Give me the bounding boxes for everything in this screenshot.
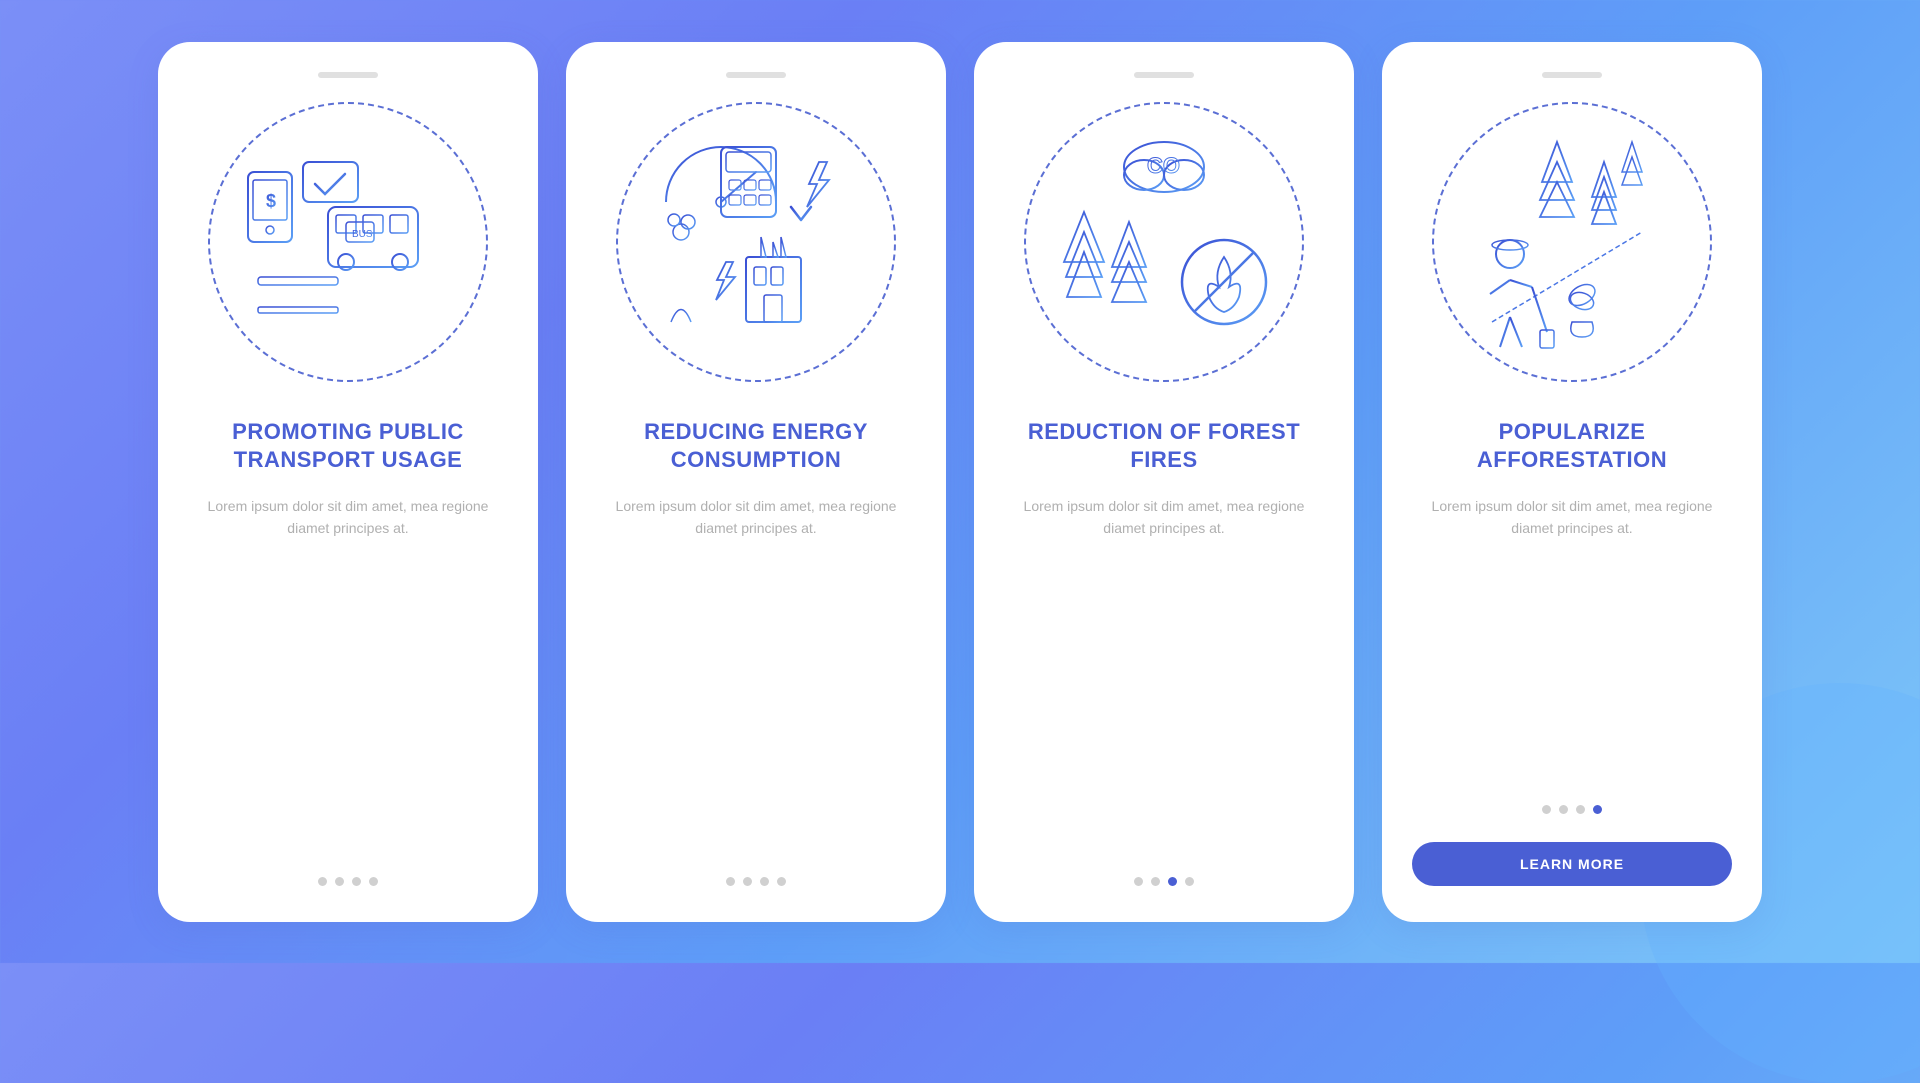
dot-1: [1542, 805, 1551, 814]
svg-text:CO: CO: [1147, 153, 1180, 178]
card-body-transport: Lorem ipsum dolor sit dim amet, mea regi…: [188, 495, 508, 849]
card-energy: REDUCING ENERGY CONSUMPTION Lorem ipsum …: [566, 42, 946, 922]
dot-2: [743, 877, 752, 886]
dots-row-afforestation: [1542, 805, 1602, 814]
dot-3: [352, 877, 361, 886]
svg-text:$: $: [266, 191, 276, 211]
card-title-energy: REDUCING ENERGY CONSUMPTION: [596, 418, 916, 475]
dot-4-active: [1593, 805, 1602, 814]
dot-4: [777, 877, 786, 886]
card-title-forest: REDUCTION OF FOREST FIRES: [1004, 418, 1324, 475]
dot-1: [1134, 877, 1143, 886]
dot-3-active: [1168, 877, 1177, 886]
dot-2: [335, 877, 344, 886]
card-body-forest: Lorem ipsum dolor sit dim amet, mea regi…: [1004, 495, 1324, 849]
dot-2: [1559, 805, 1568, 814]
dot-3: [1576, 805, 1585, 814]
dot-1: [318, 877, 327, 886]
card-title-afforestation: POPULARIZE AFFORESTATION: [1412, 418, 1732, 475]
dot-1: [726, 877, 735, 886]
dots-row-transport: [318, 877, 378, 886]
card-notch-4: [1542, 72, 1602, 78]
illustration-afforestation: [1432, 102, 1712, 382]
dot-3: [760, 877, 769, 886]
dots-row-forest: [1134, 877, 1194, 886]
illustration-transport: $: [208, 102, 488, 382]
illustration-energy: [616, 102, 896, 382]
dot-2: [1151, 877, 1160, 886]
card-body-afforestation: Lorem ipsum dolor sit dim amet, mea regi…: [1412, 495, 1732, 777]
card-body-energy: Lorem ipsum dolor sit dim amet, mea regi…: [596, 495, 916, 849]
card-afforestation: POPULARIZE AFFORESTATION Lorem ipsum dol…: [1382, 42, 1762, 922]
learn-more-button[interactable]: LEARN MORE: [1412, 842, 1732, 886]
card-transport: $: [158, 42, 538, 922]
illustration-forest: CO: [1024, 102, 1304, 382]
svg-text:BUS: BUS: [352, 229, 373, 240]
dots-row-energy: [726, 877, 786, 886]
dot-4: [369, 877, 378, 886]
card-notch-2: [726, 72, 786, 78]
card-notch-3: [1134, 72, 1194, 78]
card-forest: CO: [974, 42, 1354, 922]
card-title-transport: PROMOTING PUBLIC TRANSPORT USAGE: [188, 418, 508, 475]
cards-container: $: [118, 2, 1802, 962]
dot-4: [1185, 877, 1194, 886]
card-notch: [318, 72, 378, 78]
